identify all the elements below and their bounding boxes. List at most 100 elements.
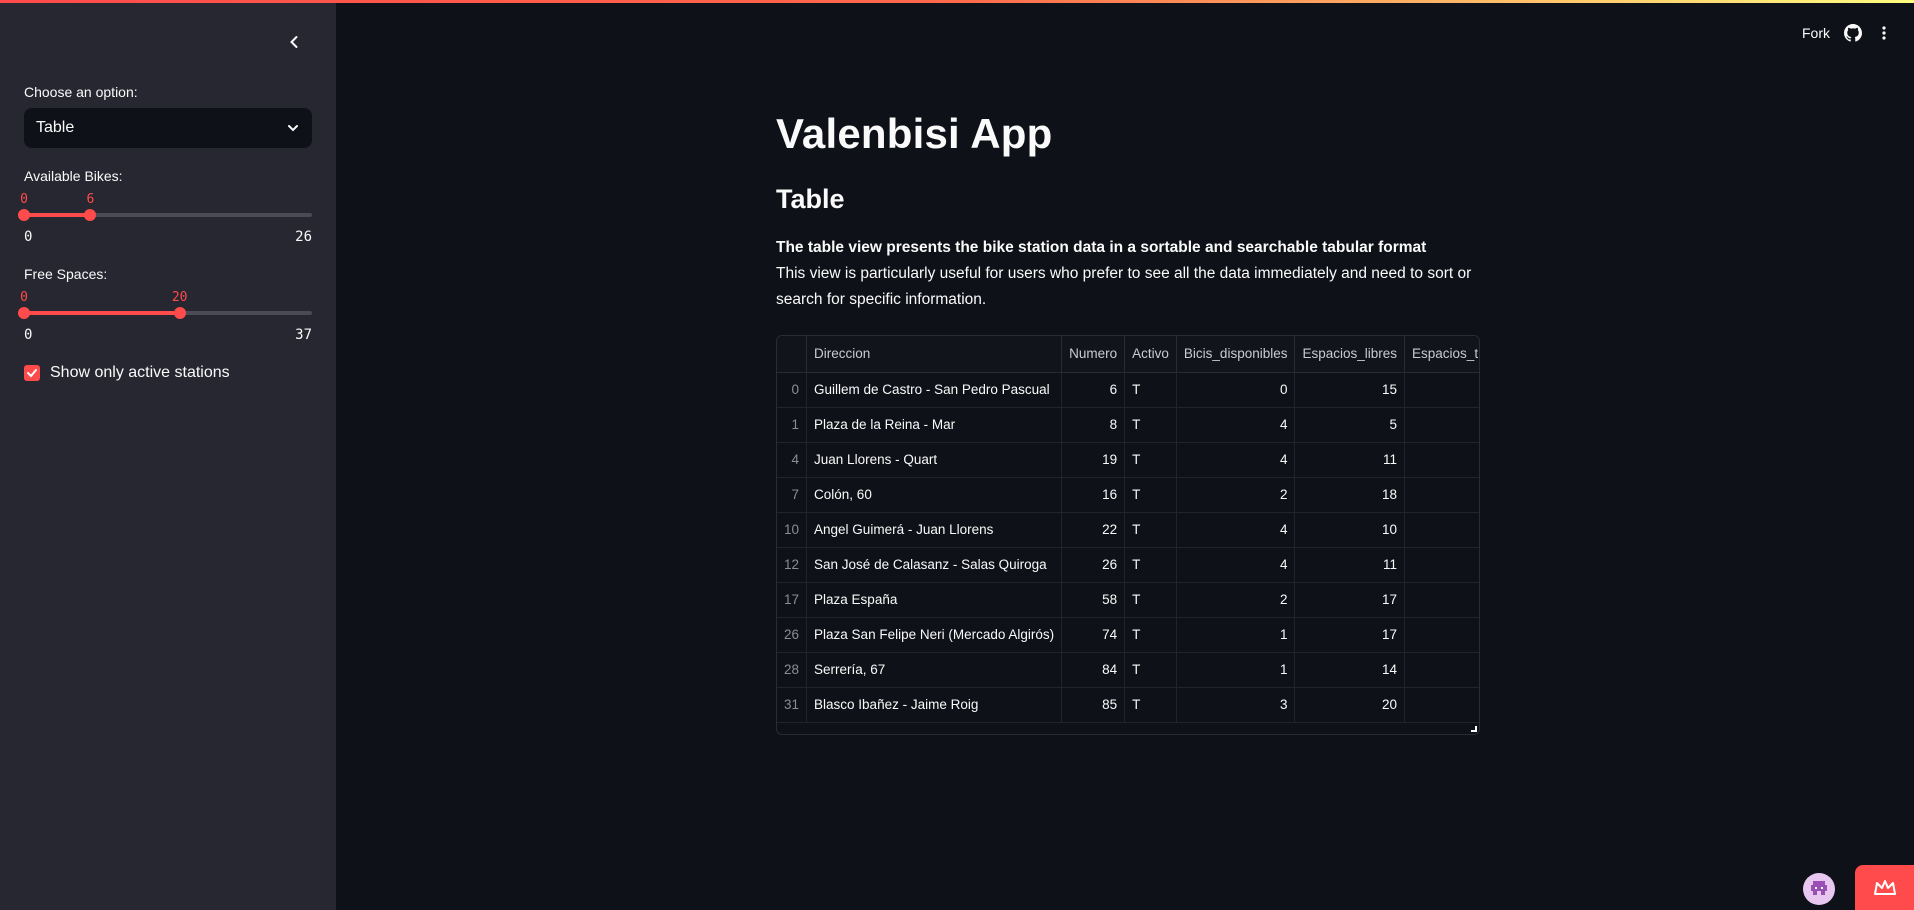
table-cell[interactable] [1404,407,1479,443]
table-row[interactable]: 0 Guillem de Castro - San Pedro Pascual 6 T… [777,372,1479,408]
table-cell[interactable]: T [1124,442,1177,478]
column-header[interactable]: Numero [1061,336,1126,373]
table-cell[interactable]: 11 [1294,547,1406,583]
column-header[interactable] [777,336,808,373]
table-cell[interactable] [1404,477,1479,513]
table-cell[interactable] [1404,547,1479,583]
table-cell[interactable]: 26 [1061,547,1126,583]
slider-low-handle[interactable] [18,307,30,319]
table-cell[interactable]: 17 [1294,617,1406,653]
checkbox-checked-icon[interactable] [24,365,40,381]
table-cell[interactable]: 84 [1061,652,1126,688]
table-resize-handle[interactable] [1471,726,1477,732]
table-cell[interactable]: 17 [1294,582,1406,618]
table-cell[interactable] [1404,512,1479,548]
table-cell[interactable]: T [1124,372,1177,408]
table-cell[interactable]: 4 [1176,547,1296,583]
slider-high-handle[interactable] [173,307,186,319]
table-cell[interactable]: 1 [1176,652,1296,688]
table-cell[interactable]: 85 [1061,687,1126,723]
table-cell[interactable]: 14 [1294,652,1406,688]
table-cell[interactable]: 4 [1176,442,1296,478]
data-table[interactable]: Direccion Numero Activo Bicis_disponible… [776,335,1480,735]
table-row[interactable]: 4 Juan Llorens - Quart 19 T 4 11 [777,442,1479,478]
table-cell[interactable]: 5 [1294,407,1406,443]
table-cell[interactable]: 15 [1294,372,1406,408]
table-cell[interactable]: Angel Guimerá - Juan Llorens [806,512,1063,548]
active-stations-checkbox[interactable]: Show only active stations [24,364,230,382]
streamlit-badge-button[interactable] [1855,865,1914,910]
table-cell[interactable]: 4 [1176,512,1296,548]
table-cell[interactable]: 18 [1294,477,1406,513]
collapse-sidebar-button[interactable] [282,30,306,54]
table-cell[interactable]: Plaza San Felipe Neri (Mercado Algirós) [806,617,1063,653]
avatar[interactable] [1803,873,1835,905]
view-select[interactable]: Table [24,108,312,148]
column-header[interactable]: Espacios_libres [1294,336,1406,373]
table-cell[interactable]: T [1124,582,1177,618]
row-index-cell[interactable]: 4 [777,442,808,478]
table-cell[interactable]: 16 [1061,477,1126,513]
bikes-range-slider[interactable]: 0 6 0 26 [18,178,312,245]
table-cell[interactable]: San José de Calasanz - Salas Quiroga [806,547,1063,583]
table-cell[interactable] [1404,442,1479,478]
row-index-cell[interactable]: 17 [777,582,808,618]
table-cell[interactable] [1404,652,1479,688]
table-cell[interactable] [1404,372,1479,408]
spaces-range-slider[interactable]: 0 20 0 37 [18,276,312,343]
table-cell[interactable]: 22 [1061,512,1126,548]
table-cell[interactable]: T [1124,407,1177,443]
table-cell[interactable]: 6 [1061,372,1126,408]
table-cell[interactable]: Guillem de Castro - San Pedro Pascual [806,372,1063,408]
row-index-cell[interactable]: 7 [777,477,808,513]
table-cell[interactable]: Juan Llorens - Quart [806,442,1063,478]
table-cell[interactable] [1404,582,1479,618]
table-cell[interactable]: T [1124,512,1177,548]
slider-high-handle[interactable] [84,209,97,221]
table-row[interactable]: 31 Blasco Ibañez - Jaime Roig 85 T 3 20 [777,687,1479,723]
row-index-cell[interactable]: 28 [777,652,808,688]
table-row[interactable]: 12 San José de Calasanz - Salas Quiroga 26… [777,547,1479,583]
table-cell[interactable]: T [1124,477,1177,513]
table-row[interactable]: 10 Angel Guimerá - Juan Llorens 22 T 4 10 [777,512,1479,548]
table-cell[interactable]: T [1124,687,1177,723]
slider-low-handle[interactable] [18,209,30,221]
table-cell[interactable]: 10 [1294,512,1406,548]
table-cell[interactable]: 1 [1176,617,1296,653]
table-row[interactable]: 7 Colón, 60 16 T 2 18 [777,477,1479,513]
table-cell[interactable]: 11 [1294,442,1406,478]
row-index-cell[interactable]: 10 [777,512,808,548]
table-cell[interactable] [1404,687,1479,723]
fork-link[interactable]: Fork [1802,25,1830,41]
github-icon[interactable] [1844,24,1862,42]
table-cell[interactable]: 8 [1061,407,1126,443]
row-index-cell[interactable]: 12 [777,547,808,583]
table-cell[interactable]: 3 [1176,687,1296,723]
table-cell[interactable]: 58 [1061,582,1126,618]
table-cell[interactable]: 0 [1176,372,1296,408]
table-cell[interactable]: Blasco Ibañez - Jaime Roig [806,687,1063,723]
table-cell[interactable]: 19 [1061,442,1126,478]
table-row[interactable]: 26 Plaza San Felipe Neri (Mercado Algirós… [777,617,1479,653]
table-cell[interactable]: Plaza España [806,582,1063,618]
table-cell[interactable]: T [1124,617,1177,653]
row-index-cell[interactable]: 31 [777,687,808,723]
table-cell[interactable]: Plaza de la Reina - Mar [806,407,1063,443]
table-cell[interactable]: Colón, 60 [806,477,1063,513]
table-cell[interactable]: 2 [1176,477,1296,513]
column-header[interactable]: Bicis_disponibles [1176,336,1296,373]
table-cell[interactable]: Serrería, 67 [806,652,1063,688]
table-cell[interactable]: T [1124,547,1177,583]
kebab-menu-icon[interactable] [1876,25,1892,41]
table-cell[interactable]: T [1124,652,1177,688]
table-cell[interactable]: 74 [1061,617,1126,653]
table-cell[interactable]: 4 [1176,407,1296,443]
row-index-cell[interactable]: 26 [777,617,808,653]
table-cell[interactable]: 2 [1176,582,1296,618]
column-header[interactable]: Activo [1124,336,1177,373]
table-cell[interactable] [1404,617,1479,653]
column-header[interactable]: Espacios_t [1404,336,1479,373]
column-header[interactable]: Direccion [806,336,1063,373]
table-row[interactable]: 1 Plaza de la Reina - Mar 8 T 4 5 [777,407,1479,443]
row-index-cell[interactable]: 0 [777,372,808,408]
